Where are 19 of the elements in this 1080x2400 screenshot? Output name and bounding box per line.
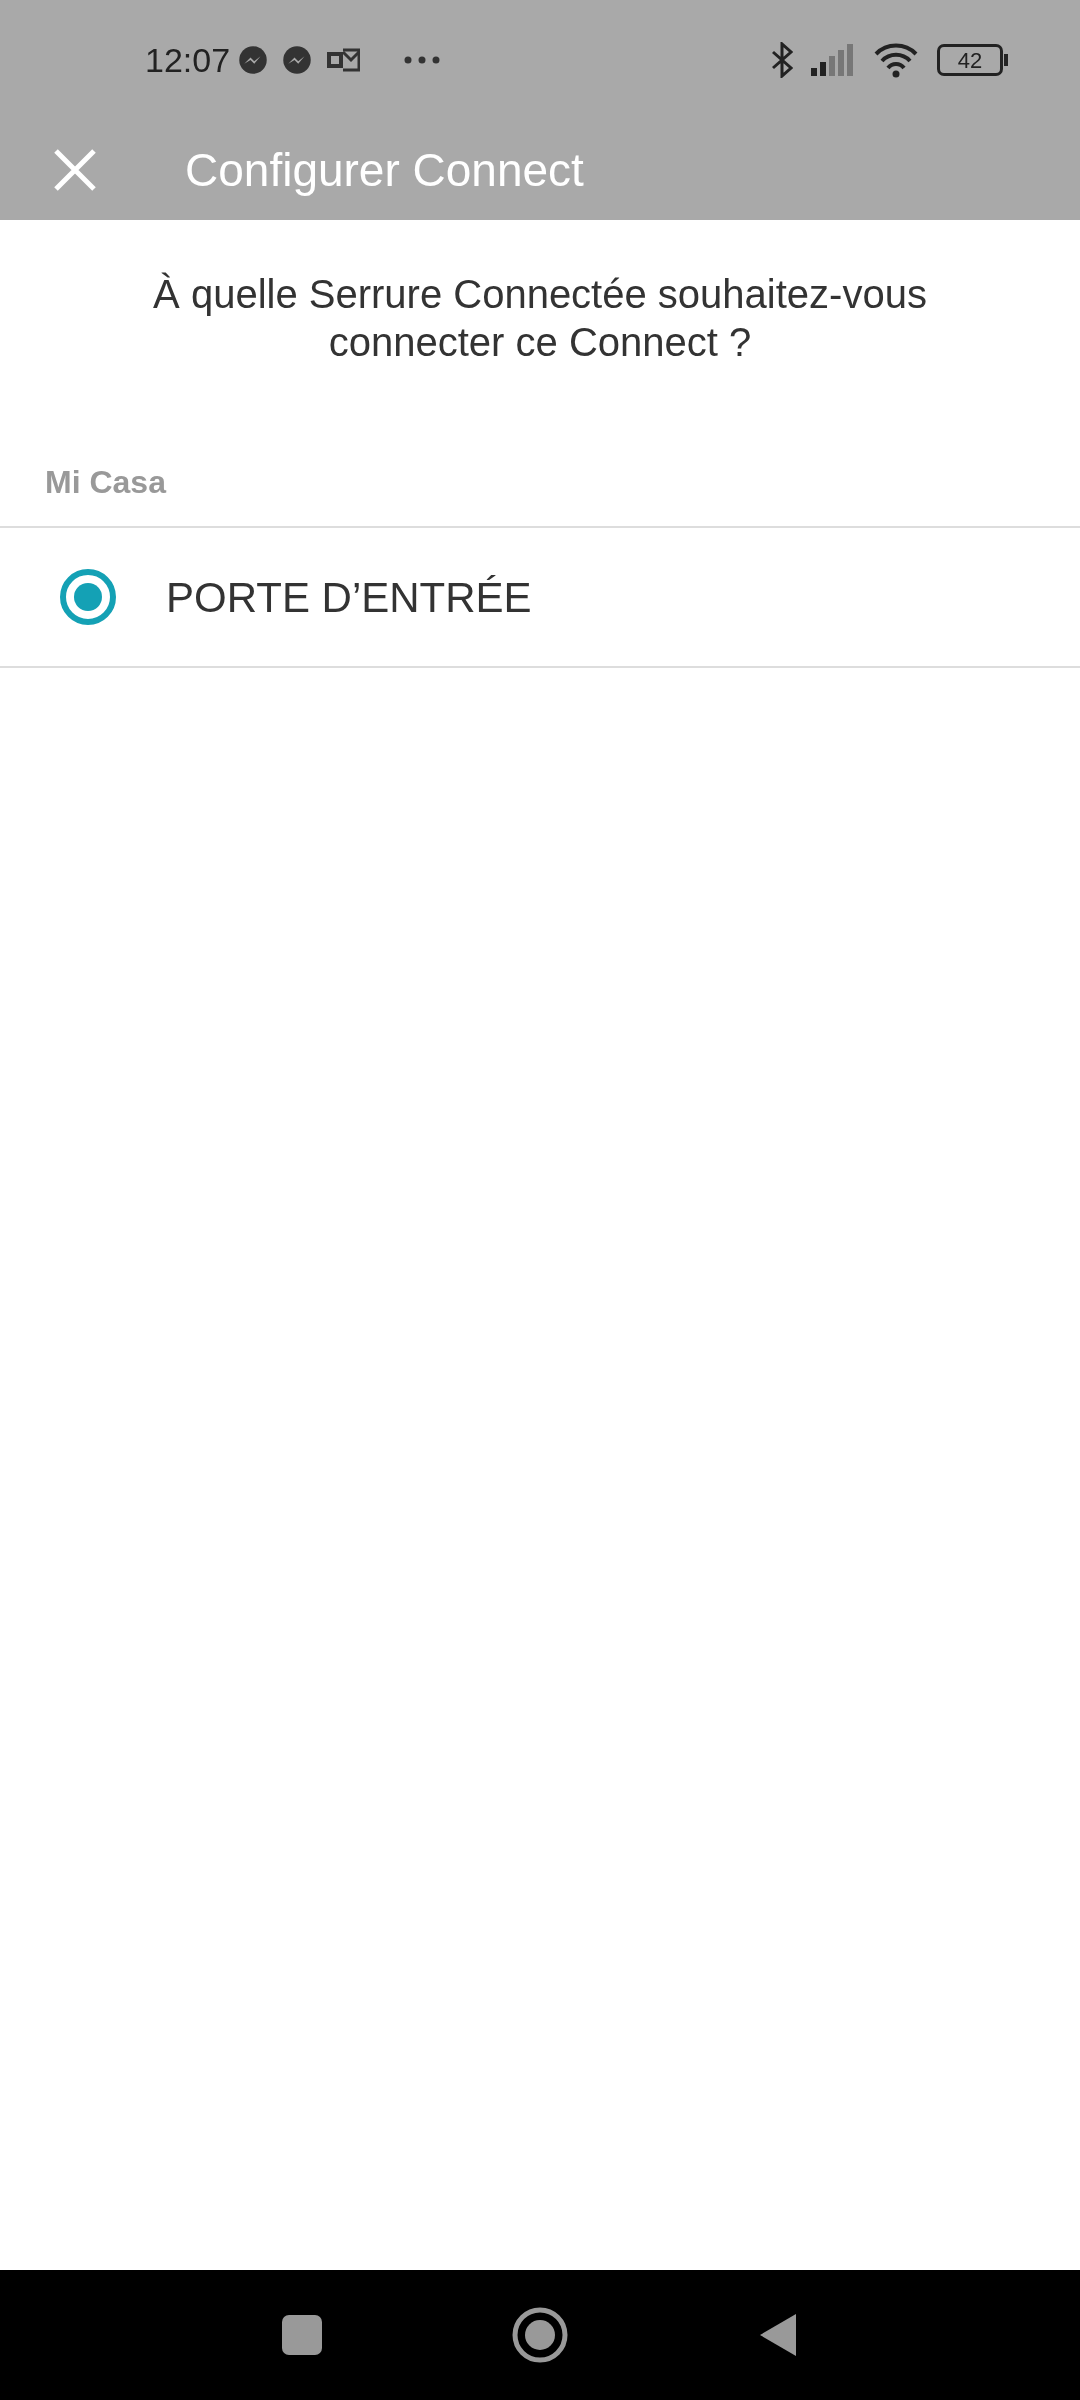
- lock-option[interactable]: PORTE D’ENTRÉE: [0, 528, 1080, 668]
- option-label: PORTE D’ENTRÉE: [166, 572, 532, 623]
- battery-indicator: 42: [937, 44, 1008, 76]
- bluetooth-icon: [771, 42, 793, 78]
- signal-icon: [811, 44, 855, 76]
- status-time: 12:07: [145, 39, 231, 81]
- question-text: À quelle Serrure Connectée souhaitez-vous connecter ce Connect ?: [152, 271, 928, 366]
- close-icon: [53, 148, 97, 192]
- screen-title: Configurer Connect: [185, 142, 584, 198]
- back-icon[interactable]: [758, 2312, 798, 2358]
- wifi-icon: [873, 42, 919, 78]
- more-icon: [404, 56, 441, 64]
- radio-button[interactable]: [60, 569, 116, 625]
- messenger-icon: [282, 45, 313, 75]
- messenger-icon: [238, 45, 269, 75]
- section-title: Mi Casa: [45, 463, 168, 502]
- recents-icon[interactable]: [282, 2315, 322, 2355]
- home-icon[interactable]: [512, 2307, 568, 2363]
- mail-icon: [326, 46, 361, 74]
